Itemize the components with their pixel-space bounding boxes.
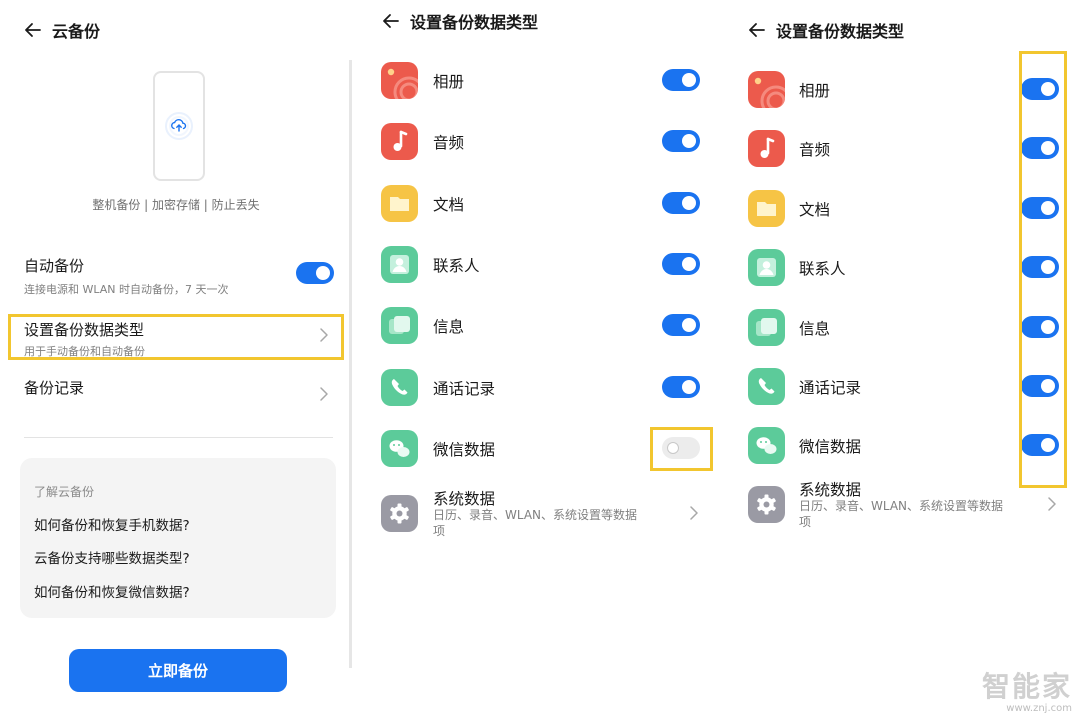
data-type-label: 联系人 xyxy=(799,260,846,279)
faq-item[interactable]: 如何备份和恢复手机数据? xyxy=(34,514,190,534)
system-data-label[interactable]: 系统数据 xyxy=(799,478,861,500)
data-type-toggle[interactable] xyxy=(662,314,700,337)
data-type-toggle[interactable] xyxy=(662,375,700,398)
folder-icon xyxy=(381,184,418,222)
data-type-label: 信息 xyxy=(799,319,831,338)
system-data-label[interactable]: 系统数据 xyxy=(433,487,495,509)
data-type-label: 相册 xyxy=(799,82,831,100)
system-data-desc-line: 日历、录音、WLAN、系统设置等数据 xyxy=(799,498,1004,513)
system-data-desc-line: 项 xyxy=(799,514,812,529)
highlight-box xyxy=(650,427,713,471)
data-type-label: 信息 xyxy=(433,318,465,337)
tagline: 整机备份 | 加密存储 | 防止丢失 xyxy=(92,198,260,212)
faq-card: 了解云备份 如何备份和恢复手机数据? 云备份支持哪些数据类型? 如何备份和恢复微… xyxy=(20,458,336,618)
chevron-right-icon xyxy=(318,327,330,343)
contact-icon xyxy=(748,249,785,287)
phone-illustration xyxy=(153,71,205,181)
faq-title: 了解云备份 xyxy=(34,485,95,499)
panel-divider xyxy=(349,60,352,668)
page-title: 设置备份数据类型 xyxy=(776,22,905,41)
data-type-label: 文档 xyxy=(433,195,465,214)
data-type-subtitle: 用于手动备份和自动备份 xyxy=(24,345,145,358)
backup-now-button[interactable]: 立即备份 xyxy=(69,649,287,692)
header: 设置备份数据类型 xyxy=(380,0,538,51)
data-type-label: 通话记录 xyxy=(799,379,862,397)
faq-item[interactable]: 如何备份和恢复微信数据? xyxy=(34,581,190,601)
system-data-desc-line: 项 xyxy=(433,523,446,538)
data-type-label: 微信数据 xyxy=(799,438,862,457)
photo-icon xyxy=(748,71,785,108)
data-type-label: 联系人 xyxy=(433,256,480,275)
system-data-desc: 日历、录音、WLAN、系统设置等数据项 xyxy=(433,507,637,539)
page-title: 设置备份数据类型 xyxy=(410,13,539,32)
data-type-toggle[interactable] xyxy=(662,252,700,275)
phone-icon xyxy=(748,368,785,405)
chevron-right-icon[interactable] xyxy=(688,505,700,521)
music-icon xyxy=(748,130,785,168)
data-type-label: 音频 xyxy=(799,141,831,160)
gear-icon xyxy=(748,485,785,523)
cloud-upload-icon xyxy=(164,111,194,141)
data-type-toggle[interactable] xyxy=(662,191,700,214)
message-icon xyxy=(381,307,418,345)
system-data-desc-line: 日历、录音、WLAN、系统设置等数据 xyxy=(433,507,638,522)
highlight-box xyxy=(1019,51,1067,488)
auto-backup-toggle[interactable] xyxy=(296,262,334,284)
faq-item[interactable]: 云备份支持哪些数据类型? xyxy=(34,547,190,567)
cloud-backup-panel: 云备份 整机备份 | 加密存储 | 防止丢失 自动备份 连接电源和 WLAN 时… xyxy=(0,0,352,720)
auto-backup-subtitle: 连接电源和 WLAN 时自动备份，7 天一次 xyxy=(24,283,229,296)
data-type-toggle[interactable] xyxy=(662,130,700,153)
page-title: 云备份 xyxy=(52,22,101,41)
phone-icon xyxy=(381,368,418,406)
chevron-right-icon xyxy=(318,386,330,402)
history-row[interactable]: 备份记录 xyxy=(24,377,342,398)
music-icon xyxy=(381,123,418,161)
auto-backup-row[interactable]: 自动备份 连接电源和 WLAN 时自动备份，7 天一次 xyxy=(24,255,342,297)
data-type-panel-after: 设置备份数据类型 相册音频文档联系人信息通话记录微信数据系统数据 日历、录音、WL… xyxy=(730,0,1080,720)
folder-icon xyxy=(748,189,785,227)
message-icon xyxy=(748,308,785,346)
wechat-icon xyxy=(748,427,785,465)
back-arrow-icon[interactable] xyxy=(22,19,44,41)
auto-backup-title: 自动备份 xyxy=(24,257,85,275)
contact-icon xyxy=(381,245,418,283)
data-type-label: 微信数据 xyxy=(433,440,496,459)
chevron-right-icon[interactable] xyxy=(1046,496,1058,512)
gear-icon xyxy=(381,494,418,532)
system-data-desc: 日历、录音、WLAN、系统设置等数据项 xyxy=(799,498,1003,530)
back-arrow-icon[interactable] xyxy=(746,19,768,41)
history-title: 备份记录 xyxy=(24,379,85,397)
data-type-panel-before: 设置备份数据类型 相册音频文档联系人信息通话记录微信数据系统数据 日历、录音、WL… xyxy=(355,0,727,720)
data-type-label: 音频 xyxy=(433,134,465,153)
watermark: 智能家 www.znj.com xyxy=(982,665,1072,714)
data-type-label: 文档 xyxy=(799,200,831,219)
data-type-label: 通话记录 xyxy=(433,379,496,398)
data-type-label: 相册 xyxy=(433,73,465,91)
divider xyxy=(24,437,333,438)
data-type-title: 设置备份数据类型 xyxy=(24,321,145,339)
watermark-logo: 智能家 xyxy=(981,670,1072,703)
wechat-icon xyxy=(381,429,418,467)
photo-icon xyxy=(381,62,418,99)
back-arrow-icon[interactable] xyxy=(380,10,402,32)
header: 云备份 xyxy=(22,0,100,60)
data-type-row[interactable]: 设置备份数据类型 用于手动备份和自动备份 xyxy=(24,319,342,359)
header: 设置备份数据类型 xyxy=(746,0,904,60)
data-type-toggle[interactable] xyxy=(662,69,700,91)
